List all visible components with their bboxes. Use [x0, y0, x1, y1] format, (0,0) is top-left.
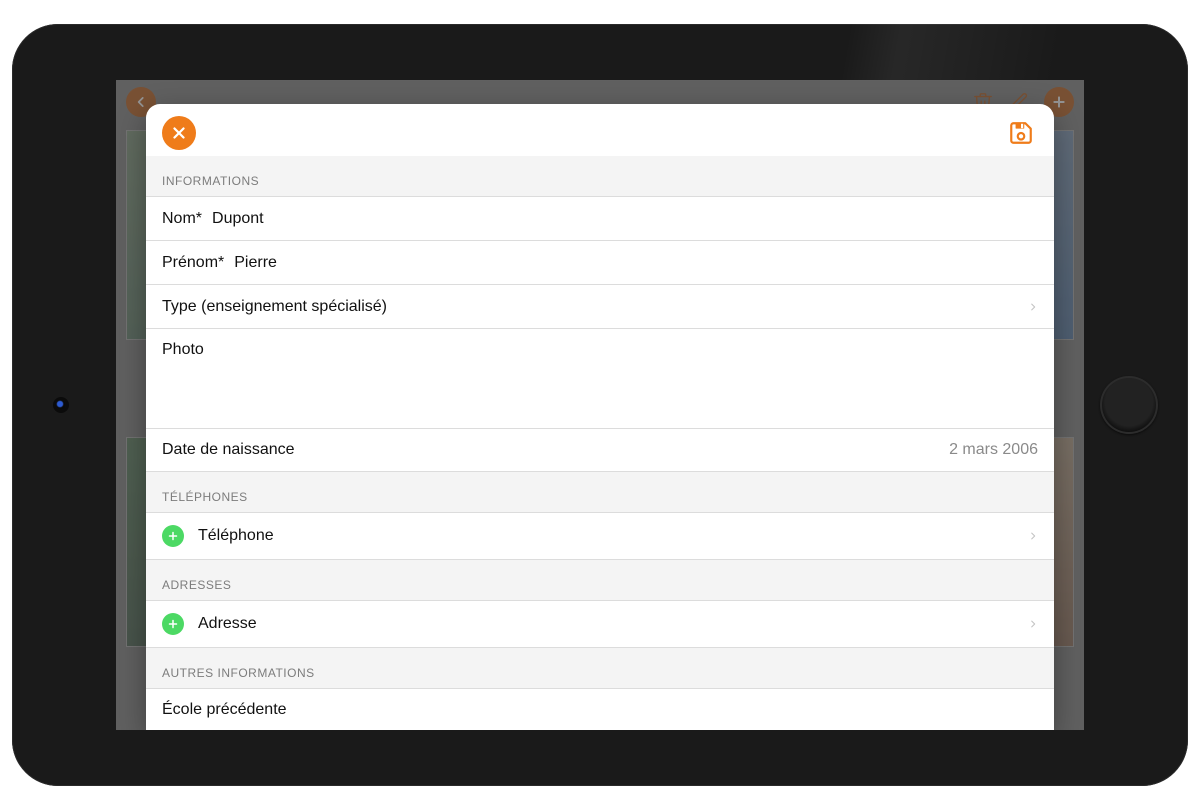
- dob-value: 2 mars 2006: [949, 441, 1038, 459]
- chevron-right-icon: [1028, 616, 1038, 632]
- section-header: AUTRES INFORMATIONS: [146, 648, 1054, 688]
- section-telephones: TÉLÉPHONES Téléphone: [146, 472, 1054, 560]
- ecole-label: École précédente: [162, 701, 287, 719]
- add-circle-icon: [162, 525, 184, 547]
- screen: INFORMATIONS Nom* Dupont Prénom* Pierre: [116, 80, 1084, 730]
- nom-value: Dupont: [212, 210, 264, 228]
- section-header: TÉLÉPHONES: [146, 472, 1054, 512]
- front-camera: [56, 400, 66, 410]
- close-button[interactable]: [162, 116, 196, 150]
- edit-student-modal: INFORMATIONS Nom* Dupont Prénom* Pierre: [146, 104, 1054, 730]
- section-header: ADRESSES: [146, 560, 1054, 600]
- nom-label: Nom*: [162, 210, 202, 228]
- row-dob[interactable]: Date de naissance 2 mars 2006: [146, 428, 1054, 472]
- add-circle-icon: [162, 613, 184, 635]
- add-adresse-label: Adresse: [198, 615, 257, 633]
- ipad-frame: INFORMATIONS Nom* Dupont Prénom* Pierre: [12, 24, 1188, 786]
- dob-label: Date de naissance: [162, 441, 295, 459]
- row-add-telephone[interactable]: Téléphone: [146, 512, 1054, 560]
- save-icon: [1008, 120, 1034, 146]
- section-adresses: ADRESSES Adresse: [146, 560, 1054, 648]
- chevron-right-icon: [1028, 528, 1038, 544]
- type-label: Type (enseignement spécialisé): [162, 298, 387, 316]
- row-nom[interactable]: Nom* Dupont: [146, 196, 1054, 240]
- section-autres: AUTRES INFORMATIONS École précédente: [146, 648, 1054, 730]
- prenom-value: Pierre: [234, 254, 277, 272]
- prenom-label: Prénom*: [162, 254, 224, 272]
- modal-header: [146, 104, 1054, 156]
- row-photo[interactable]: Photo: [146, 328, 1054, 428]
- section-header: INFORMATIONS: [146, 156, 1054, 196]
- close-icon: [170, 124, 188, 142]
- row-ecole-precedente[interactable]: École précédente: [146, 688, 1054, 730]
- modal-body[interactable]: INFORMATIONS Nom* Dupont Prénom* Pierre: [146, 156, 1054, 730]
- row-prenom[interactable]: Prénom* Pierre: [146, 240, 1054, 284]
- save-button[interactable]: [1004, 116, 1038, 150]
- photo-label: Photo: [162, 341, 204, 359]
- row-add-adresse[interactable]: Adresse: [146, 600, 1054, 648]
- home-button[interactable]: [1100, 376, 1158, 434]
- chevron-right-icon: [1028, 299, 1038, 315]
- row-type[interactable]: Type (enseignement spécialisé): [146, 284, 1054, 328]
- section-informations: INFORMATIONS Nom* Dupont Prénom* Pierre: [146, 156, 1054, 472]
- add-telephone-label: Téléphone: [198, 527, 274, 545]
